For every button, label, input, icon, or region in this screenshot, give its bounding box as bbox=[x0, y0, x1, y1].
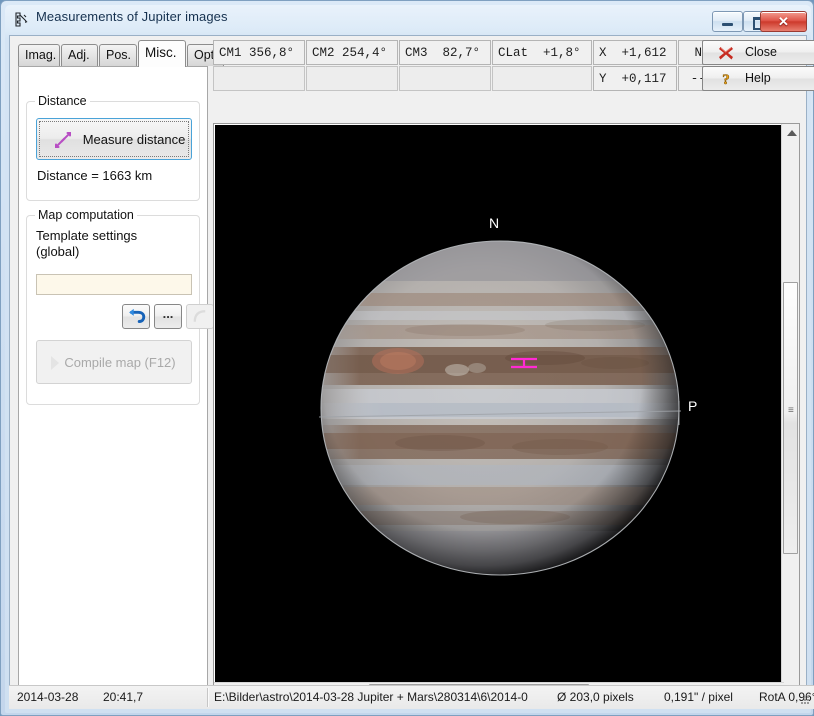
readout-empty-4[interactable] bbox=[492, 66, 592, 91]
readout-y[interactable]: Y +0,117 bbox=[593, 66, 677, 91]
measure-distance-button[interactable]: Measure distance bbox=[36, 118, 192, 160]
browse-ellipsis-label: ... bbox=[162, 306, 174, 321]
diagonal-arrow-icon bbox=[55, 132, 71, 148]
close-button-label: Close bbox=[745, 45, 777, 59]
close-icon: ✕ bbox=[778, 14, 789, 29]
map-computation-group-title: Map computation bbox=[35, 208, 137, 222]
preceding-limb-label: P bbox=[688, 398, 698, 414]
resize-grip-icon[interactable] bbox=[799, 694, 811, 706]
status-filepath: E:\Bilder\astro\2014-03-28 Jupiter + Mar… bbox=[214, 690, 528, 704]
window-close-button[interactable]: ✕ bbox=[760, 11, 807, 32]
status-time: 20:41,7 bbox=[103, 690, 144, 704]
minimize-icon bbox=[722, 23, 733, 26]
status-separator-1 bbox=[207, 688, 209, 707]
scroll-up-arrow-icon[interactable] bbox=[787, 130, 797, 136]
extra-template-button[interactable] bbox=[186, 304, 214, 329]
misc-tab-panel: Distance Measure distance Distance = 166… bbox=[18, 66, 214, 706]
readout-cm3[interactable]: CM3 82,7° bbox=[399, 40, 491, 65]
north-pole-label: N bbox=[489, 215, 500, 231]
readout-x[interactable]: X +1,612 bbox=[593, 40, 677, 65]
browse-template-button[interactable]: ... bbox=[154, 304, 182, 329]
red-x-icon bbox=[719, 47, 733, 60]
image-viewport: N P ≡ ||| bbox=[213, 123, 800, 701]
readout-cm1[interactable]: CM1 356,8° bbox=[213, 40, 305, 65]
jupiter-image-canvas[interactable]: N P bbox=[215, 125, 783, 683]
vertical-scrollbar[interactable]: ≡ bbox=[781, 124, 799, 700]
undo-arrow-icon bbox=[129, 308, 146, 323]
distance-result-text: Distance = 1663 km bbox=[37, 168, 153, 183]
window-title: Measurements of Jupiter images bbox=[36, 9, 228, 24]
svg-text:?: ? bbox=[722, 72, 730, 88]
readout-empty-3[interactable] bbox=[399, 66, 491, 91]
help-button-label: Help bbox=[745, 71, 771, 85]
status-date: 2014-03-28 bbox=[17, 690, 79, 704]
close-button[interactable]: Close bbox=[702, 40, 814, 65]
tab-pos[interactable]: Pos. bbox=[99, 44, 137, 66]
help-button[interactable]: ? Help bbox=[702, 66, 814, 91]
distance-group: Distance Measure distance Distance = 166… bbox=[26, 94, 200, 201]
readout-clat[interactable]: CLat +1,8° bbox=[492, 40, 592, 65]
vertical-thumb-grip: ≡ bbox=[788, 405, 794, 416]
minimize-button[interactable] bbox=[712, 11, 743, 32]
undo-template-button[interactable] bbox=[122, 304, 150, 329]
tab-adj[interactable]: Adj. bbox=[61, 44, 98, 66]
map-computation-group: Map computation Template settings (globa… bbox=[26, 208, 214, 405]
status-diameter: Ø 203,0 pixels bbox=[557, 690, 634, 704]
measure-distance-label: Measure distance bbox=[82, 132, 186, 147]
readout-cm2[interactable]: CM2 254,4° bbox=[306, 40, 398, 65]
status-bar: 2014-03-28 20:41,7 E:\Bilder\astro\2014-… bbox=[9, 685, 814, 709]
tab-misc[interactable]: Misc. bbox=[138, 40, 186, 67]
vertical-scroll-thumb[interactable]: ≡ bbox=[783, 282, 798, 554]
template-settings-label: Template settings (global) bbox=[36, 228, 138, 259]
jupiter-rendering bbox=[215, 125, 783, 683]
template-settings-input[interactable] bbox=[36, 274, 192, 295]
distance-group-title: Distance bbox=[35, 94, 90, 108]
readout-empty-1[interactable] bbox=[213, 66, 305, 91]
window-frame-inner: Measurements of Jupiter images ✕ Imag. A… bbox=[5, 5, 814, 713]
title-bar: Measurements of Jupiter images ✕ bbox=[5, 5, 811, 35]
app-ruler-icon bbox=[15, 12, 28, 27]
question-mark-icon: ? bbox=[722, 72, 730, 88]
client-area: Imag. Adj. Pos. Misc. Opt. Distance Meas… bbox=[9, 35, 814, 709]
tab-imag[interactable]: Imag. bbox=[18, 44, 60, 66]
app-window: Measurements of Jupiter images ✕ Imag. A… bbox=[0, 0, 814, 716]
rounded-shape-icon bbox=[193, 310, 206, 322]
compile-map-label: Compile map (F12) bbox=[64, 355, 176, 370]
status-scale: 0,191" / pixel bbox=[664, 690, 733, 704]
readout-empty-2[interactable] bbox=[306, 66, 398, 91]
compile-map-button[interactable]: Compile map (F12) bbox=[36, 340, 192, 384]
